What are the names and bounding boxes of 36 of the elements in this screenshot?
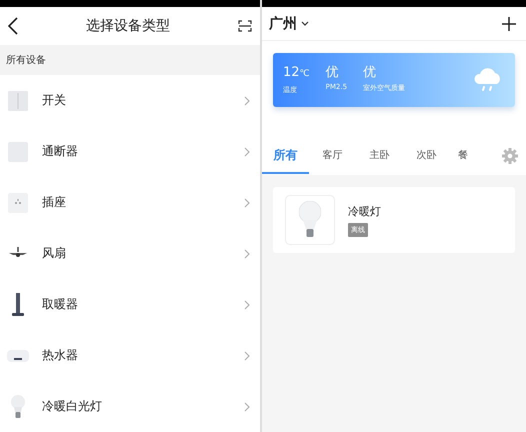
chevron-icon — [244, 248, 250, 258]
heater-icon — [11, 292, 25, 316]
back-icon[interactable] — [8, 17, 18, 35]
room-tab[interactable]: 餐 — [458, 138, 468, 174]
chevron-icon — [244, 198, 250, 208]
device-type-item[interactable]: 风扇 — [0, 228, 260, 279]
device-type-item[interactable]: 冷暖白光灯 — [0, 381, 260, 432]
rain-cloud-icon — [473, 68, 503, 92]
dropdown-icon[interactable] — [301, 21, 309, 26]
chevron-icon — [244, 96, 250, 106]
chevron-icon — [244, 350, 250, 360]
room-tab[interactable]: 次卧 — [403, 138, 450, 174]
air-quality-value: 优 — [363, 65, 378, 80]
chevron-icon — [244, 146, 250, 156]
chevron-icon — [244, 300, 250, 310]
device-type-item[interactable]: 通断器 — [0, 126, 260, 177]
socket-icon — [8, 192, 28, 212]
room-tab[interactable]: 主卧 — [356, 138, 403, 174]
water-heater-icon — [7, 350, 29, 362]
bulb-icon — [299, 201, 321, 239]
device-type-item[interactable]: 取暖器 — [0, 279, 260, 330]
section-header: 所有设备 — [6, 54, 46, 67]
device-type-item[interactable]: 开关 — [0, 75, 260, 126]
add-icon[interactable] — [502, 16, 516, 30]
scan-icon[interactable] — [238, 20, 252, 32]
room-tab[interactable]: 客厅 — [309, 138, 356, 174]
screen-title: 选择设备类型 — [86, 17, 170, 35]
bulb-icon — [11, 394, 25, 418]
device-type-item[interactable]: 插座 — [0, 177, 260, 228]
pm25-value: 优 — [326, 65, 340, 80]
device-name: 冷暖灯 — [348, 204, 381, 218]
city-name[interactable]: 广州 — [269, 14, 297, 32]
chevron-icon — [244, 402, 250, 412]
temperature-value: 12℃ — [283, 65, 310, 82]
switch-icon — [8, 90, 28, 110]
device-type-item[interactable]: 热水器 — [0, 330, 260, 381]
